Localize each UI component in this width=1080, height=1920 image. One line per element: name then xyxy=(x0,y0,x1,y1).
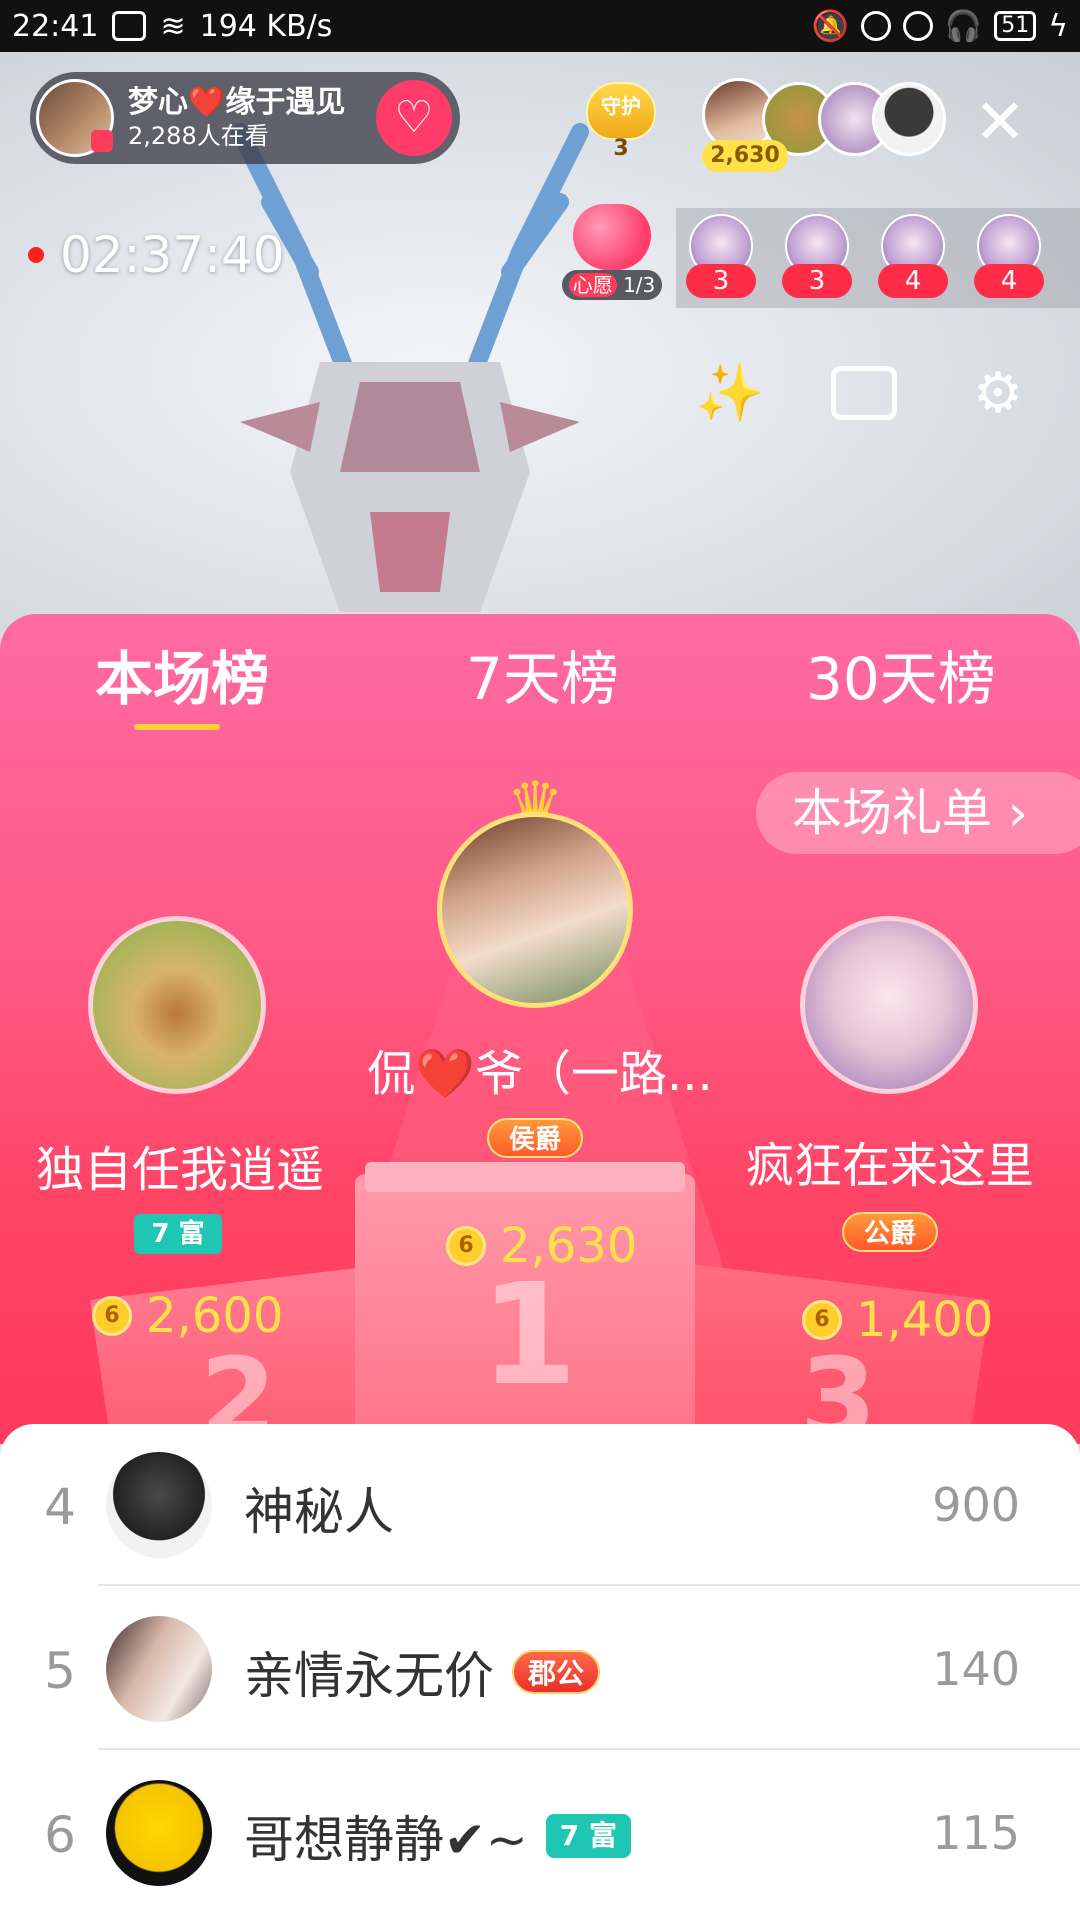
list-name-text: 哥想静静✔~ xyxy=(244,1811,528,1869)
mute-bell-icon: 🔕 xyxy=(811,8,849,44)
podium-number-1: 1 xyxy=(480,1254,578,1417)
wifi-icon: ≋ xyxy=(160,8,186,44)
host-avatar[interactable] xyxy=(36,79,114,157)
list-avatar[interactable] xyxy=(106,1452,212,1558)
recording-dot-icon xyxy=(28,247,44,263)
wish-heart-icon xyxy=(573,204,651,270)
list-item[interactable]: 6 哥想静静✔~ 7 富 115 xyxy=(0,1752,1080,1914)
notification-icon xyxy=(112,11,147,41)
coin-icon: 6 xyxy=(92,1296,132,1336)
coin-icon: 6 xyxy=(802,1300,842,1340)
guard-badge[interactable]: 守护 3 xyxy=(578,82,664,164)
guard-count: 3 xyxy=(613,136,629,161)
tab-this-session[interactable]: 本场榜 xyxy=(95,644,269,714)
fan-item[interactable]: 4 xyxy=(876,214,950,300)
status-time: 22:41 xyxy=(12,8,99,44)
rank-1-badge: 侯爵 xyxy=(487,1118,583,1158)
fan-count: 4 xyxy=(974,264,1044,298)
rank-3-name[interactable]: 疯狂在来这里 xyxy=(720,1126,1060,1196)
podium-first-top xyxy=(365,1162,685,1192)
rank-3-avatar[interactable] xyxy=(800,916,978,1094)
rank-3-score: 6 1,400 xyxy=(802,1292,993,1348)
status-bar: 22:41 ≋ 194 KB/s 🔕 🎧 51 ϟ xyxy=(0,0,1080,52)
list-score: 140 xyxy=(932,1642,1020,1696)
rank-1-score: 6 2,630 xyxy=(446,1218,637,1274)
deer-head-decoration xyxy=(231,123,589,612)
fan-count: 3 xyxy=(686,264,756,298)
rank-1-score-value: 2,630 xyxy=(500,1218,638,1274)
rank-2-name[interactable]: 独自任我逍遥 xyxy=(20,1130,340,1200)
tab-7-days[interactable]: 7天榜 xyxy=(466,644,619,714)
list-name: 亲情永无价 郡公 xyxy=(244,1636,601,1708)
rank-2-badge: 7 富 xyxy=(134,1214,222,1254)
list-item[interactable]: 4 神秘人 900 xyxy=(0,1424,1080,1586)
wish-label-text: 心愿 xyxy=(568,273,617,297)
wish-button[interactable]: 心愿 1/3 xyxy=(562,204,662,300)
rank-3-score-value: 1,400 xyxy=(856,1292,994,1348)
wish-label: 心愿 1/3 xyxy=(562,270,662,300)
lock-icon xyxy=(860,11,891,41)
rank-2-score-value: 2,600 xyxy=(146,1288,284,1344)
list-name-text: 亲情永无价 xyxy=(244,1647,494,1705)
host-card[interactable]: 梦心❤️缘于遇见 2,288人在看 ♡ xyxy=(30,72,460,164)
live-icon xyxy=(91,130,113,152)
list-avatar[interactable] xyxy=(106,1780,212,1886)
wish-progress: 1/3 xyxy=(623,273,656,297)
timer-text: 02:37:40 xyxy=(60,226,285,284)
list-badge: 郡公 xyxy=(512,1650,601,1694)
ranking-list: 4 神秘人 900 5 亲情永无价 郡公 140 6 哥想静静✔~ 7 富 115 xyxy=(0,1424,1080,1920)
list-score: 900 xyxy=(932,1478,1020,1532)
alarm-icon xyxy=(902,11,933,41)
camera-switch-icon[interactable] xyxy=(826,356,902,432)
fan-item[interactable]: 4 xyxy=(972,214,1046,300)
rank-2-avatar[interactable] xyxy=(88,916,266,1094)
list-name-text: 神秘人 xyxy=(244,1483,394,1541)
top-viewer-coins: 2,630 xyxy=(702,140,788,172)
list-rank: 4 xyxy=(44,1478,76,1536)
ranking-panel: 本场榜 7天榜 30天榜 本场礼单 › 1 2 3 ♛ 侃❤️爷（一路... 独… xyxy=(0,614,1080,1444)
viewer-count: 2,288人在看 xyxy=(128,122,269,150)
fan-item[interactable]: 3 xyxy=(684,214,758,300)
battery-icon: 51 xyxy=(994,11,1037,41)
divider xyxy=(98,1584,1080,1586)
rank-3-badge: 公爵 xyxy=(842,1212,938,1252)
list-badge: 7 富 xyxy=(545,1814,632,1858)
fan-count: 3 xyxy=(782,264,852,298)
divider xyxy=(98,1748,1080,1750)
rank-1-name[interactable]: 侃❤️爷（一路... xyxy=(300,1034,780,1104)
close-icon[interactable]: ✕ xyxy=(972,91,1028,153)
viewer-avatar[interactable] xyxy=(872,82,946,156)
gift-list-button[interactable]: 本场礼单 › xyxy=(756,772,1080,854)
list-name: 神秘人 xyxy=(244,1472,394,1544)
list-score: 115 xyxy=(932,1806,1020,1860)
host-name: 梦心❤️缘于遇见 xyxy=(128,85,346,120)
tab-30-days[interactable]: 30天榜 xyxy=(806,644,996,714)
list-item[interactable]: 5 亲情永无价 郡公 140 xyxy=(0,1588,1080,1750)
magic-wand-icon[interactable]: ✨ xyxy=(692,356,768,432)
rank-1-avatar[interactable] xyxy=(437,812,633,1008)
fan-item[interactable]: 3 xyxy=(780,214,854,300)
list-rank: 5 xyxy=(44,1642,76,1700)
rank-2-score: 6 2,600 xyxy=(92,1288,283,1344)
active-tab-indicator xyxy=(134,724,220,730)
follow-heart-button[interactable]: ♡ xyxy=(376,80,452,156)
list-rank: 6 xyxy=(44,1806,76,1864)
camera-frame xyxy=(831,366,897,420)
ranking-tabs: 本场榜 7天榜 30天榜 xyxy=(0,644,1080,714)
fan-strip: 3 3 4 4 xyxy=(676,208,1080,308)
charging-icon: ϟ xyxy=(1048,8,1068,44)
coin-icon: 6 xyxy=(446,1226,486,1266)
settings-gear-icon[interactable]: ⚙ xyxy=(960,356,1036,432)
guard-label: 守护 xyxy=(586,82,656,140)
live-timer: 02:37:40 xyxy=(28,226,285,284)
network-speed: 194 KB/s xyxy=(199,8,333,44)
list-avatar[interactable] xyxy=(106,1616,212,1722)
list-name: 哥想静静✔~ 7 富 xyxy=(244,1800,632,1872)
fan-count: 4 xyxy=(878,264,948,298)
headphones-icon: 🎧 xyxy=(944,8,983,44)
